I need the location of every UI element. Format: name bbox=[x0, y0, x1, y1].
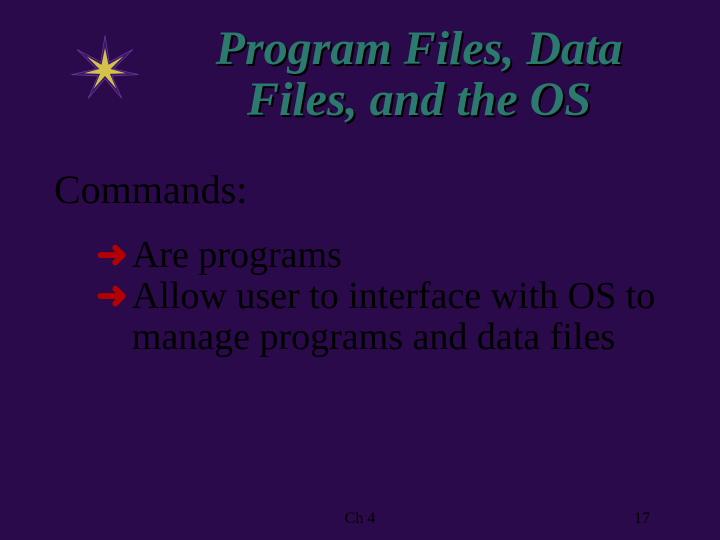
footer-chapter: Ch 4 bbox=[345, 510, 376, 528]
footer: Ch 4 17 bbox=[0, 510, 720, 528]
starburst-icon bbox=[70, 34, 140, 104]
page-number: 17 bbox=[634, 510, 650, 528]
title-row: Program Files, Data Files, and the OS bbox=[40, 24, 680, 126]
arrow-icon: ➜ bbox=[96, 276, 128, 317]
list-item: ➜ Allow user to interface with OS to man… bbox=[96, 276, 660, 358]
list-item: ➜ Are programs bbox=[96, 235, 660, 276]
slide-title: Program Files, Data Files, and the OS bbox=[158, 24, 680, 126]
arrow-icon: ➜ bbox=[96, 235, 128, 276]
slide: Program Files, Data Files, and the OS Co… bbox=[0, 0, 720, 540]
subheading: Commands: bbox=[54, 166, 680, 213]
bullet-text: Are programs bbox=[132, 235, 660, 276]
bullet-text: Allow user to interface with OS to manag… bbox=[132, 276, 660, 358]
bullet-list: ➜ Are programs ➜ Allow user to interface… bbox=[96, 235, 660, 358]
